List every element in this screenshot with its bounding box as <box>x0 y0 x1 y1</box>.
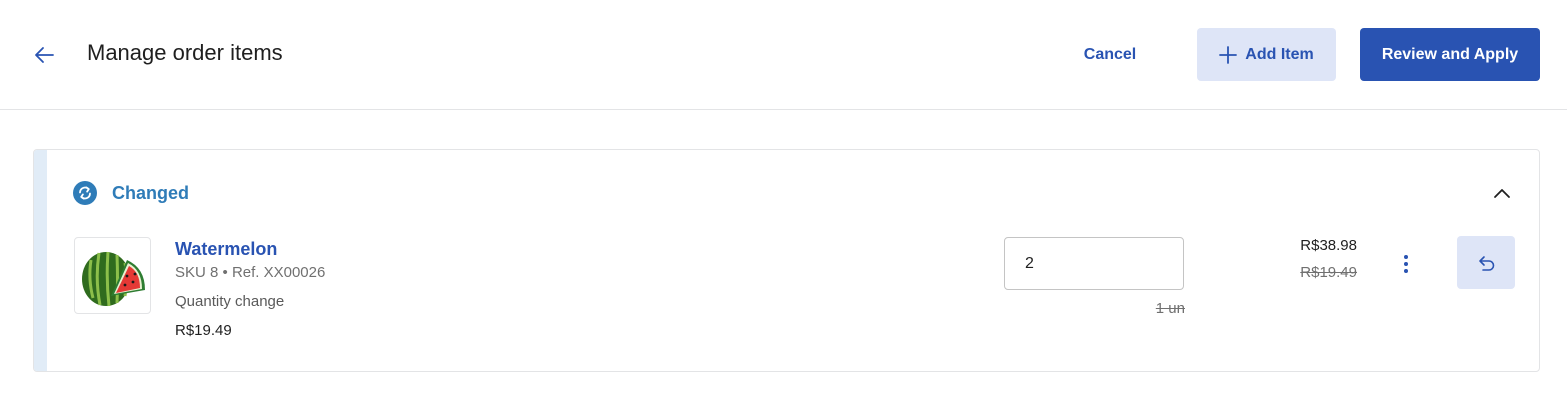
item-sku-ref: SKU 8 • Ref. XX00026 <box>175 264 326 281</box>
chevron-up-icon <box>1494 189 1510 198</box>
previous-quantity: 1 un <box>1155 300 1185 317</box>
product-thumbnail <box>74 237 151 314</box>
status-label-changed: Changed <box>112 183 190 203</box>
changed-items-card: Changed Watermelon SKU 8 • Ref. XX00026 … <box>33 149 1540 372</box>
item-unit-price: R$19.49 <box>175 322 232 339</box>
add-item-button[interactable]: Add Item <box>1197 28 1336 81</box>
watermelon-image <box>82 251 145 307</box>
item-name-link[interactable]: Watermelon <box>175 239 277 260</box>
review-and-apply-button[interactable]: Review and Apply <box>1360 28 1540 81</box>
page-header: Manage order items Cancel Add Item Revie… <box>0 0 1567 110</box>
page-title: Manage order items <box>87 40 283 65</box>
item-options-button[interactable] <box>1394 250 1418 278</box>
kebab-menu-icon <box>1404 255 1408 273</box>
plus-icon <box>1219 45 1238 64</box>
add-item-label: Add Item <box>1245 45 1314 63</box>
item-change-type: Quantity change <box>175 293 285 310</box>
arrow-left-icon <box>35 47 54 63</box>
cancel-button[interactable]: Cancel <box>1068 28 1152 81</box>
quantity-input[interactable] <box>1004 237 1184 290</box>
sync-icon <box>73 181 97 205</box>
new-total-price: R$38.98 <box>1300 237 1357 254</box>
back-button[interactable] <box>28 39 60 71</box>
card-accent-bar <box>34 150 47 371</box>
undo-change-button[interactable] <box>1457 236 1515 289</box>
collapse-button[interactable] <box>1490 181 1514 205</box>
undo-icon <box>1479 255 1495 271</box>
previous-total-price: R$19.49 <box>1300 264 1357 281</box>
